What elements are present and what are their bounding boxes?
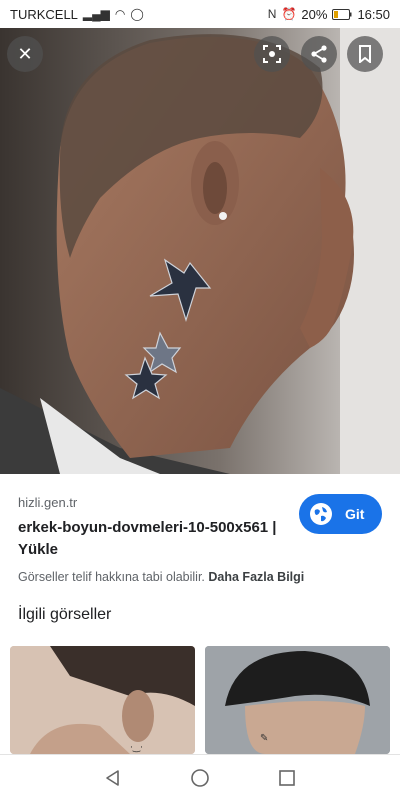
related-image-2[interactable]: ✎ [205, 646, 390, 754]
share-icon [311, 45, 327, 63]
whatsapp-icon: ◯ [130, 7, 144, 21]
source-site[interactable]: hizli.gen.tr [18, 495, 77, 510]
lens-button[interactable] [254, 36, 290, 72]
back-icon [106, 769, 120, 786]
visit-button[interactable]: Git [299, 494, 382, 534]
close-icon: ✕ [17, 43, 33, 64]
signal-icon: ▂▄▆ [82, 7, 110, 21]
copyright-notice: Görseller telif hakkına tabi olabilir. D… [18, 570, 304, 584]
alarm-icon: ⏰ [281, 7, 297, 21]
related-photo-2: ✎ [205, 646, 390, 754]
related-photo-1: ·‿· [10, 646, 195, 754]
result-title[interactable]: erkek-boyun-dovmeleri-10-500x561 | Yükle [18, 517, 288, 561]
nav-recents-button[interactable] [267, 758, 307, 798]
carrier-name: TURKCELL [10, 6, 78, 22]
share-button[interactable] [301, 36, 337, 72]
lens-icon [263, 45, 281, 63]
wifi-icon: ◠ [114, 7, 126, 21]
home-icon [191, 768, 209, 787]
related-heading: İlgili görseller [18, 606, 112, 623]
status-bar: TURKCELL ▂▄▆ ◠ ◯ N ⏰ 20% 16:50 [0, 0, 400, 28]
image-viewer[interactable]: ✕ [0, 28, 400, 474]
battery-percent: 20% [301, 6, 328, 22]
clock: 16:50 [357, 6, 390, 22]
save-button[interactable] [347, 36, 383, 72]
copyright-text: Görseller telif hakkına tabi olabilir. [18, 570, 205, 584]
nav-home-button[interactable] [180, 758, 220, 798]
globe-icon [310, 503, 332, 525]
nfc-icon: N [267, 7, 277, 21]
main-photo [0, 28, 400, 474]
nav-back-button[interactable] [93, 758, 133, 798]
related-image-1[interactable]: ·‿· [10, 646, 195, 754]
visit-label: Git [345, 506, 365, 522]
recents-icon [278, 769, 295, 786]
svg-text:✎: ✎ [260, 733, 268, 744]
svg-text:·‿·: ·‿· [130, 743, 143, 753]
battery-icon [332, 8, 352, 20]
more-info-link[interactable]: Daha Fazla Bilgi [208, 570, 304, 584]
close-button[interactable]: ✕ [7, 36, 43, 72]
bookmark-icon [359, 45, 371, 63]
system-nav-bar [0, 754, 400, 800]
